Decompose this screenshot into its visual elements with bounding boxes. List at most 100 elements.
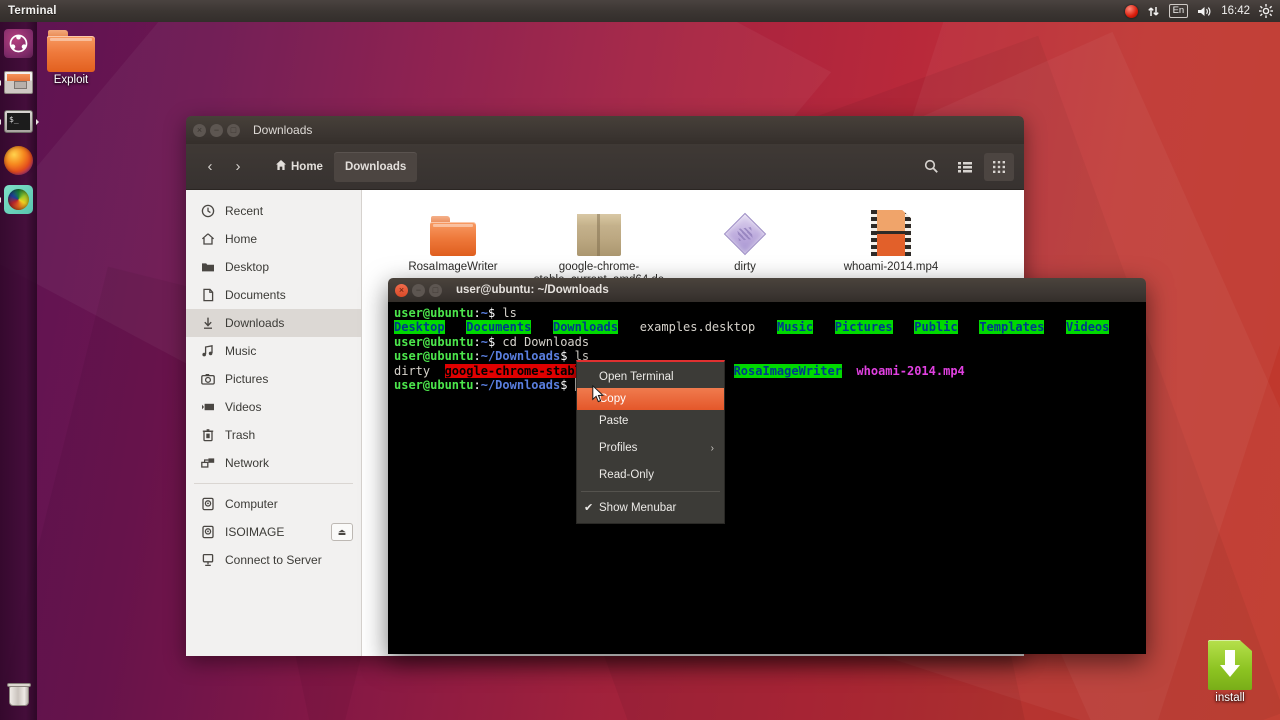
breadcrumb-downloads[interactable]: Downloads xyxy=(333,151,418,182)
context-menu-item-read-only[interactable]: Read-Only xyxy=(577,464,724,486)
sidebar-divider xyxy=(194,483,353,484)
context-menu-item-paste[interactable]: Paste xyxy=(577,410,724,432)
sidebar-item-label: Connect to Server xyxy=(225,553,322,567)
sidebar-item-label: Pictures xyxy=(225,372,269,386)
network-updown-icon[interactable] xyxy=(1147,0,1160,22)
sidebar-item-pictures[interactable]: Pictures xyxy=(186,365,361,393)
back-button[interactable]: ‹ xyxy=(196,153,224,181)
breadcrumb-home-label: Home xyxy=(291,160,323,173)
sidebar-item-isoimage[interactable]: ISOIMAGE ⏏ xyxy=(186,518,361,546)
terminal-segment-dir: RosaImageWriter xyxy=(733,363,842,378)
maximize-icon[interactable]: □ xyxy=(429,283,442,297)
terminal-segment-plain xyxy=(842,364,856,378)
sidebar-item-label: Documents xyxy=(225,288,286,302)
volume-icon[interactable] xyxy=(1197,0,1212,22)
check-icon: ✔ xyxy=(584,502,594,514)
sidebar-item-recent[interactable]: Recent xyxy=(186,197,361,225)
gear-icon[interactable] xyxy=(1259,0,1273,22)
sidebar-item-network[interactable]: Network xyxy=(186,449,361,477)
terminal-segment-plain xyxy=(445,320,467,334)
terminal-segment-dollar: $ xyxy=(487,334,503,349)
context-menu-divider xyxy=(581,491,720,492)
sidebar-item-home[interactable]: Home xyxy=(186,225,361,253)
search-icon[interactable] xyxy=(916,153,946,181)
terminal-segment-plain xyxy=(1044,320,1066,334)
context-menu-item-profiles[interactable]: Profiles › xyxy=(577,437,724,459)
terminal-segment-cmd: cd Downloads xyxy=(502,334,590,349)
sidebar-item-downloads[interactable]: Downloads xyxy=(186,309,361,337)
terminal-segment-dollar: $ xyxy=(560,378,575,393)
folder-icon xyxy=(430,216,476,256)
context-menu-item-label: Open Terminal xyxy=(599,371,674,383)
keyboard-layout-indicator[interactable]: En xyxy=(1168,0,1189,22)
minimize-icon[interactable]: − xyxy=(210,123,223,137)
context-menu-item-label: Read-Only xyxy=(599,469,654,481)
sidebar-item-trash[interactable]: Trash xyxy=(186,421,361,449)
terminal-segment-colon: : xyxy=(473,378,481,393)
top-panel: Terminal En 16:42 xyxy=(0,0,1280,22)
file-manager-titlebar[interactable]: × − □ Downloads xyxy=(186,116,1024,144)
launcher-item-terminal[interactable]: $_ xyxy=(0,105,39,138)
file-manager-toolbar: ‹ › Home Downloads xyxy=(186,144,1024,190)
file-item-whoami-mp4[interactable]: whoami-2014.mp4 xyxy=(818,204,964,274)
terminal-segment-plain: dirty xyxy=(394,363,445,378)
close-icon[interactable]: × xyxy=(395,283,408,297)
terminal-segment-dir: Documents xyxy=(466,320,532,335)
keyboard-layout-label: En xyxy=(1168,4,1189,18)
file-icon-wrapper xyxy=(526,204,672,256)
context-menu-item-label: Copy xyxy=(599,393,626,405)
breadcrumb-home[interactable]: Home xyxy=(264,152,334,182)
context-menu-item-copy[interactable]: Copy xyxy=(577,388,724,410)
terminal-segment-media: whoami-2014.mp4 xyxy=(856,363,965,378)
record-dot-icon[interactable] xyxy=(1124,0,1138,22)
panel-clock[interactable]: 16:42 xyxy=(1221,0,1250,22)
sidebar-item-music[interactable]: Music xyxy=(186,337,361,365)
sidebar-item-computer[interactable]: Computer xyxy=(186,490,361,518)
list-view-icon[interactable] xyxy=(950,153,980,181)
file-icon-wrapper xyxy=(380,204,526,256)
panel-app-name[interactable]: Terminal xyxy=(8,5,57,17)
terminal-segment-user: user@ubuntu xyxy=(394,306,474,320)
ubuntu-logo-icon xyxy=(4,29,33,58)
install-download-icon xyxy=(1208,640,1252,690)
maximize-icon[interactable]: □ xyxy=(227,123,240,137)
close-icon[interactable]: × xyxy=(193,123,206,137)
launcher-item-firefox[interactable] xyxy=(2,144,35,177)
sidebar-item-label: Downloads xyxy=(225,316,285,330)
desktop-icon-install[interactable]: install xyxy=(1190,640,1270,704)
file-icon-wrapper xyxy=(672,204,818,256)
sidebar-item-label: Network xyxy=(225,456,270,470)
terminal-line: user@ubuntu:~$ ls xyxy=(394,306,1140,320)
file-item-rosaimagewriter[interactable]: RosaImageWriter xyxy=(380,204,526,274)
terminal-output[interactable]: user@ubuntu:~$ ls Desktop Documents Downl… xyxy=(388,302,1146,654)
sidebar-item-desktop[interactable]: Desktop xyxy=(186,253,361,281)
grid-view-icon[interactable] xyxy=(984,152,1014,181)
terminal-segment-dir: Desktop xyxy=(394,320,445,335)
terminal-segment-dir: Music xyxy=(776,320,814,335)
terminal-titlebar[interactable]: × − □ user@ubuntu: ~/Downloads xyxy=(388,278,1146,302)
folder-icon xyxy=(47,30,95,72)
minimize-icon[interactable]: − xyxy=(412,283,425,297)
terminal-segment-plain xyxy=(813,320,835,334)
sidebar-item-label: Home xyxy=(225,232,258,246)
eject-button[interactable]: ⏏ xyxy=(331,523,353,541)
launcher-item-ubuntu-dash[interactable] xyxy=(2,27,35,60)
sidebar-item-connect-to-server[interactable]: Connect to Server xyxy=(186,546,361,574)
terminal-line: user@ubuntu:~/Downloads$ xyxy=(394,378,1140,392)
terminal-line: user@ubuntu:~$ cd Downloads xyxy=(394,335,1140,349)
desktop-icon-exploit[interactable]: Exploit xyxy=(28,30,114,86)
terminal-segment-colon: : xyxy=(473,306,481,320)
launcher-item-files[interactable] xyxy=(0,66,35,99)
file-item-dirty[interactable]: dirty xyxy=(672,204,818,274)
video-file-icon xyxy=(871,210,911,256)
sidebar-item-videos[interactable]: Videos xyxy=(186,393,361,421)
sidebar-item-documents[interactable]: Documents xyxy=(186,281,361,309)
context-menu-item-show-menubar[interactable]: ✔ Show Menubar xyxy=(577,497,724,519)
diamond-executable-icon xyxy=(723,212,767,256)
color-ball-icon xyxy=(4,185,33,214)
context-menu-item-open-terminal[interactable]: Open Terminal xyxy=(577,366,724,388)
forward-button[interactable]: › xyxy=(224,153,252,181)
terminal-segment-dir: Public xyxy=(914,320,958,335)
launcher-item-trash[interactable] xyxy=(2,677,35,710)
launcher-item-photo-app[interactable] xyxy=(0,183,35,216)
